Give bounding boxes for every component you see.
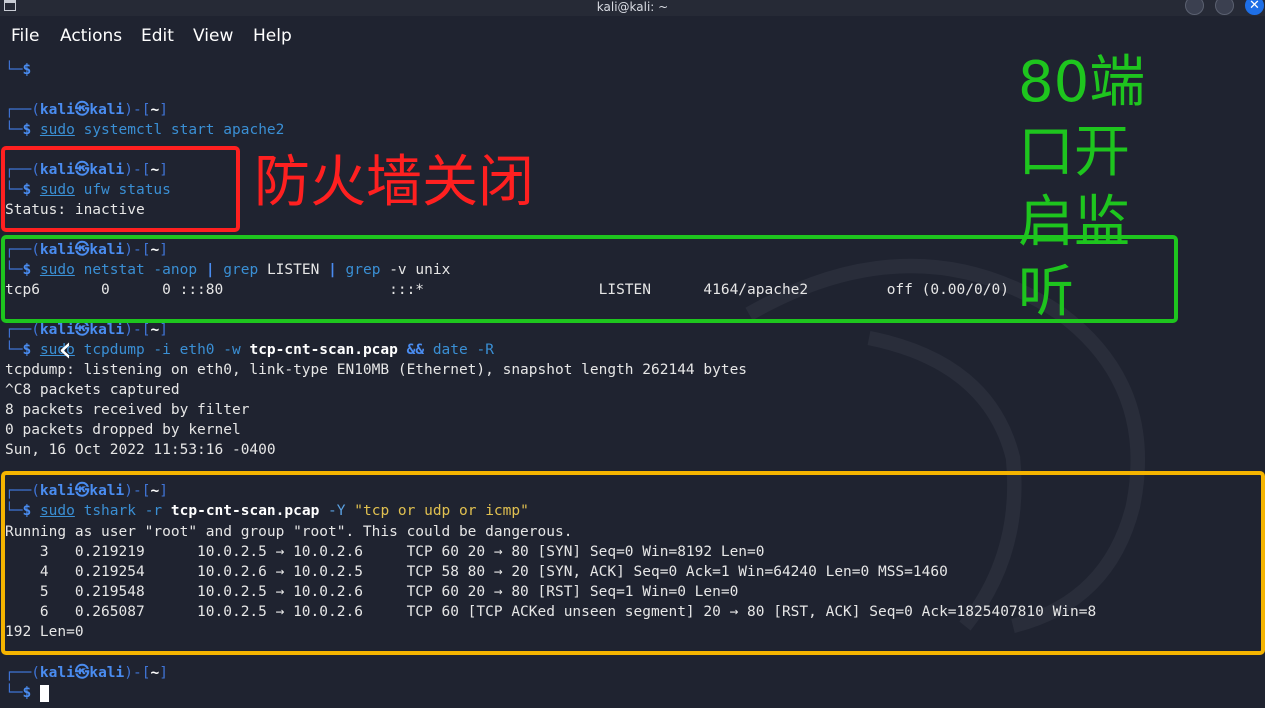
- netstat-highlight-box: [1, 235, 1178, 323]
- prompt-header: ┌──(kali㉿kali)-[~]: [5, 322, 168, 338]
- menu-view[interactable]: View: [193, 26, 233, 46]
- output-line: tcpdump: listening on eth0, link-type EN…: [5, 362, 748, 378]
- menu-actions[interactable]: Actions: [60, 26, 122, 46]
- menu-edit[interactable]: Edit: [141, 26, 174, 46]
- firewall-highlight-box: [1, 146, 240, 232]
- port80-annotation: 80端 口开 启监 听: [1018, 50, 1146, 325]
- menu-help[interactable]: Help: [253, 26, 292, 46]
- firewall-annotation: 防火墙关闭: [254, 150, 534, 215]
- output-line: 0 packets dropped by kernel: [5, 422, 241, 438]
- window-titlebar: kali@kali: ~ ✕: [0, 0, 1265, 16]
- window-title: kali@kali: ~: [596, 0, 669, 14]
- prompt-header: ┌──(kali㉿kali)-[~]: [5, 102, 168, 118]
- prompt-tail: └─$: [5, 62, 32, 78]
- command-line: └─$: [5, 683, 49, 703]
- tshark-highlight-box: [1, 471, 1265, 655]
- prompt-header: ┌──(kali㉿kali)-[~]: [5, 665, 168, 681]
- output-line: ^C8 packets captured: [5, 382, 180, 398]
- menu-file[interactable]: File: [11, 26, 39, 46]
- command-line: └─$ sudo tcpdump -i eth0 -w tcp-cnt-scan…: [5, 342, 494, 358]
- command-line: └─$ sudo systemctl start apache2: [5, 122, 285, 138]
- text-cursor: [39, 684, 49, 702]
- output-line: 8 packets received by filter: [5, 402, 250, 418]
- output-line: Sun, 16 Oct 2022 11:53:16 -0400: [5, 442, 276, 458]
- back-arrow-icon[interactable]: ‹: [58, 332, 72, 368]
